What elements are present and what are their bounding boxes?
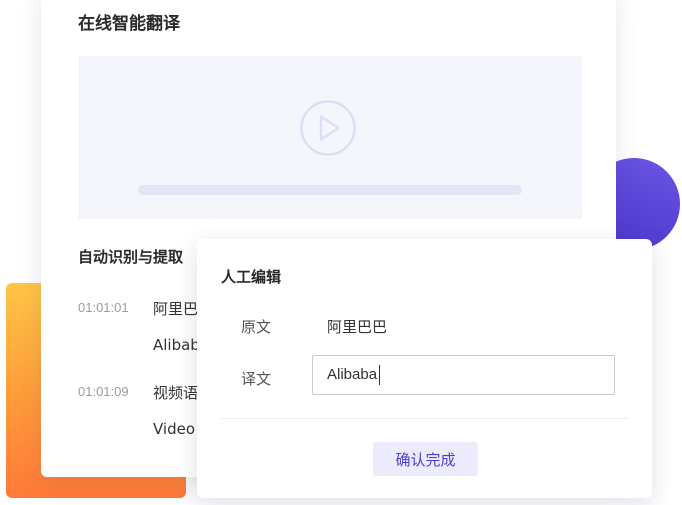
subtitle-translated-text[interactable]: Video bbox=[153, 420, 195, 438]
subtitle-translated-text[interactable]: Alibab bbox=[153, 336, 200, 354]
subtitle-timestamp: 01:01:01 bbox=[78, 300, 129, 315]
text-cursor bbox=[379, 365, 381, 386]
video-progress-bar[interactable] bbox=[138, 185, 522, 195]
subtitle-section-title: 自动识别与提取 bbox=[78, 248, 184, 266]
translation-input[interactable]: Alibaba bbox=[312, 355, 615, 395]
confirm-button[interactable]: 确认完成 bbox=[373, 442, 478, 476]
subtitle-original-text[interactable]: 阿里巴 bbox=[153, 298, 198, 319]
subtitle-timestamp: 01:01:09 bbox=[78, 384, 129, 399]
original-label: 原文 bbox=[241, 318, 272, 336]
original-value: 阿里巴巴 bbox=[327, 318, 388, 336]
subtitle-original-text[interactable]: 视频语 bbox=[153, 382, 198, 403]
manual-edit-dialog: 人工编辑 原文 阿里巴巴 译文 Alibaba 确认完成 bbox=[197, 239, 652, 498]
dialog-divider bbox=[221, 418, 628, 419]
video-player[interactable] bbox=[78, 56, 582, 219]
app-stage: 在线智能翻译 自动识别与提取 01:01:01 阿里巴 Alibab 01:01… bbox=[0, 0, 682, 505]
card-title: 在线智能翻译 bbox=[78, 14, 180, 34]
translation-label: 译文 bbox=[241, 370, 272, 388]
play-icon[interactable] bbox=[299, 99, 357, 157]
video-progress-fill bbox=[138, 185, 522, 195]
translation-input-value: Alibaba bbox=[327, 366, 378, 383]
dialog-title: 人工编辑 bbox=[221, 268, 282, 286]
